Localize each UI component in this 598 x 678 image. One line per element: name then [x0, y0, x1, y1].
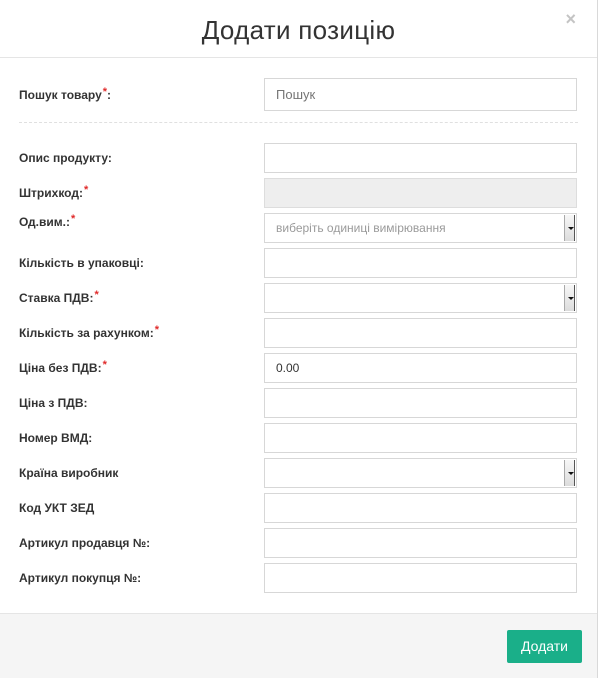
- vmd-number-input[interactable]: [264, 423, 577, 453]
- ukt-zed-label: Код УКТ ЗЕД: [19, 501, 95, 515]
- required-mark: *: [94, 289, 99, 301]
- price-no-vat-row: Ціна без ПДВ:*: [0, 353, 597, 383]
- pack-qty-row: Кількість в упаковці:: [0, 248, 597, 278]
- modal-title: Додати позицію: [201, 15, 396, 45]
- vmd-number-label: Номер ВМД:: [19, 431, 93, 445]
- barcode-input: [264, 178, 577, 208]
- description-row: Опис продукту:: [0, 143, 597, 173]
- buyer-article-label: Артикул покупця №:: [19, 571, 142, 585]
- price-with-vat-label: Ціна з ПДВ:: [19, 396, 88, 410]
- required-mark: *: [83, 184, 89, 196]
- add-item-modal: Додати позицію × Пошук товару*: Опис про…: [0, 0, 598, 678]
- vat-rate-label: Ставка ПДВ:*: [19, 289, 99, 305]
- price-with-vat-row: Ціна з ПДВ:: [0, 388, 597, 418]
- seller-article-input[interactable]: [264, 528, 577, 558]
- unit-row: Од.вим.:* виберіть одиниці вимірювання: [0, 213, 597, 243]
- search-input[interactable]: [264, 78, 577, 111]
- required-mark: *: [102, 86, 108, 98]
- required-mark: *: [70, 213, 76, 225]
- description-label: Опис продукту:: [19, 151, 112, 165]
- required-mark: *: [102, 359, 107, 371]
- invoice-qty-label: Кількість за рахунком:*: [19, 324, 159, 340]
- seller-article-row: Артикул продавця №:: [0, 528, 597, 558]
- ukt-zed-row: Код УКТ ЗЕД: [0, 493, 597, 523]
- country-select[interactable]: [264, 458, 577, 488]
- barcode-row: Штрихкод:*: [0, 178, 597, 208]
- pack-qty-input[interactable]: [264, 248, 577, 278]
- modal-footer: Додати: [0, 613, 597, 678]
- close-icon[interactable]: ×: [565, 8, 576, 30]
- seller-article-label: Артикул продавця №:: [19, 536, 151, 550]
- chevron-down-icon[interactable]: [564, 215, 575, 241]
- buyer-article-input[interactable]: [264, 563, 577, 593]
- vat-rate-select[interactable]: [264, 283, 577, 313]
- search-label: Пошук товару*:: [19, 86, 112, 102]
- chevron-down-icon[interactable]: [564, 460, 575, 486]
- pack-qty-label: Кількість в упаковці:: [19, 256, 144, 270]
- invoice-qty-input[interactable]: [264, 318, 577, 348]
- modal-header: Додати позицію ×: [0, 0, 597, 58]
- unit-label: Од.вим.:*: [19, 213, 76, 229]
- buyer-article-row: Артикул покупця №:: [0, 563, 597, 593]
- price-no-vat-input[interactable]: [264, 353, 577, 383]
- price-with-vat-input[interactable]: [264, 388, 577, 418]
- add-button[interactable]: Додати: [507, 630, 582, 663]
- country-row: Країна виробник: [0, 458, 597, 488]
- unit-select-value: виберіть одиниці вимірювання: [276, 221, 446, 235]
- vmd-number-row: Номер ВМД:: [0, 423, 597, 453]
- chevron-down-icon[interactable]: [564, 285, 575, 311]
- unit-select[interactable]: виберіть одиниці вимірювання: [264, 213, 577, 243]
- required-mark: *: [154, 324, 159, 336]
- barcode-label: Штрихкод:*: [19, 184, 89, 200]
- search-row: Пошук товару*:: [0, 78, 597, 111]
- ukt-zed-input[interactable]: [264, 493, 577, 523]
- divider: [19, 122, 578, 123]
- vat-rate-row: Ставка ПДВ:*: [0, 283, 597, 313]
- country-label: Країна виробник: [19, 466, 119, 480]
- invoice-qty-row: Кількість за рахунком:*: [0, 318, 597, 348]
- description-input[interactable]: [264, 143, 577, 173]
- price-no-vat-label: Ціна без ПДВ:*: [19, 359, 107, 375]
